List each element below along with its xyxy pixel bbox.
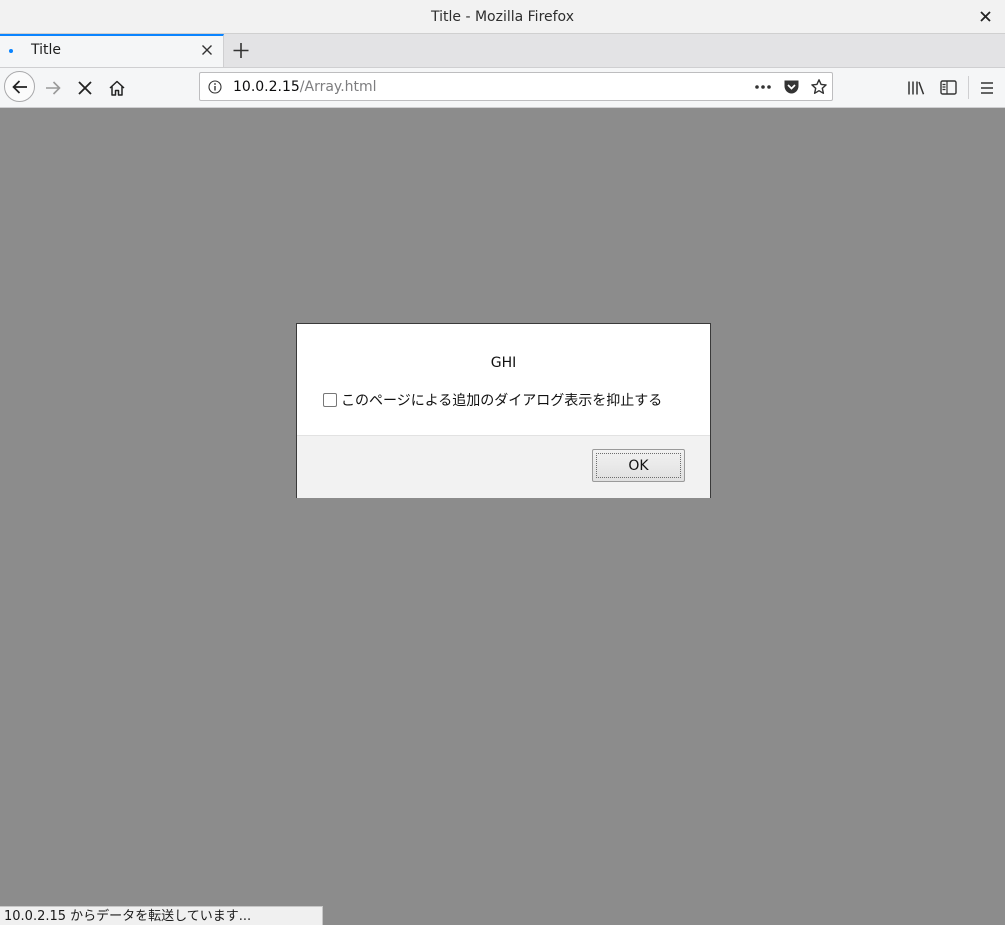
bookmark-button[interactable] (808, 76, 830, 98)
pocket-button[interactable] (780, 76, 802, 98)
window-titlebar: Title - Mozilla Firefox (0, 0, 1005, 34)
dialog-footer: OK (297, 435, 710, 498)
sidebar-button[interactable] (933, 68, 963, 107)
new-tab-button[interactable] (229, 34, 253, 67)
url-path: /Array.html (299, 79, 377, 95)
toolbar-separator (968, 76, 969, 99)
forward-arrow-icon (46, 80, 61, 95)
stop-icon (78, 80, 92, 95)
menu-hamburger-icon (981, 81, 993, 94)
forward-button[interactable] (38, 68, 68, 107)
suppress-dialogs-option[interactable]: このページによる追加のダイアログ表示を抑止する (323, 390, 662, 410)
back-arrow-icon (11, 79, 27, 94)
suppress-dialogs-checkbox[interactable] (323, 393, 337, 407)
tab-strip: Title (0, 34, 1005, 68)
stop-button[interactable] (70, 68, 100, 107)
close-icon (202, 45, 212, 55)
library-icon (908, 81, 925, 95)
home-icon (109, 80, 125, 96)
tab-label: Title (31, 42, 62, 58)
tab-close-button[interactable] (198, 41, 216, 59)
back-button[interactable] (4, 71, 35, 102)
url-host: 10.0.2.15 (233, 79, 300, 95)
suppress-dialogs-label: このページによる追加のダイアログ表示を抑止する (341, 393, 663, 409)
library-button[interactable] (901, 68, 931, 107)
navigation-toolbar: 10.0.2.15/Array.html (0, 68, 1005, 108)
loading-indicator-icon (9, 49, 13, 53)
url-bar[interactable]: 10.0.2.15/Array.html (199, 72, 833, 101)
alert-dialog: GHI このページによる追加のダイアログ表示を抑止する OK (296, 323, 711, 498)
tab-title-page[interactable]: Title (0, 34, 224, 67)
dialog-message: GHI (490, 355, 517, 371)
new-tab-icon (233, 43, 249, 58)
more-actions-icon (755, 85, 771, 89)
url-text[interactable]: 10.0.2.15/Array.html (233, 79, 377, 95)
status-panel: 10.0.2.15 からデータを転送しています... (0, 906, 323, 925)
sidebar-icon (939, 80, 957, 95)
home-button[interactable] (102, 68, 132, 107)
close-icon (979, 10, 991, 22)
open-menu-button[interactable] (972, 68, 1002, 107)
window-title: Title - Mozilla Firefox (431, 8, 574, 25)
bookmark-star-icon (811, 79, 827, 94)
ok-button[interactable]: OK (592, 449, 685, 482)
pocket-icon (784, 80, 798, 94)
more-actions-button[interactable] (752, 76, 774, 98)
info-icon[interactable] (208, 80, 222, 94)
window-close-button[interactable] (975, 6, 995, 26)
